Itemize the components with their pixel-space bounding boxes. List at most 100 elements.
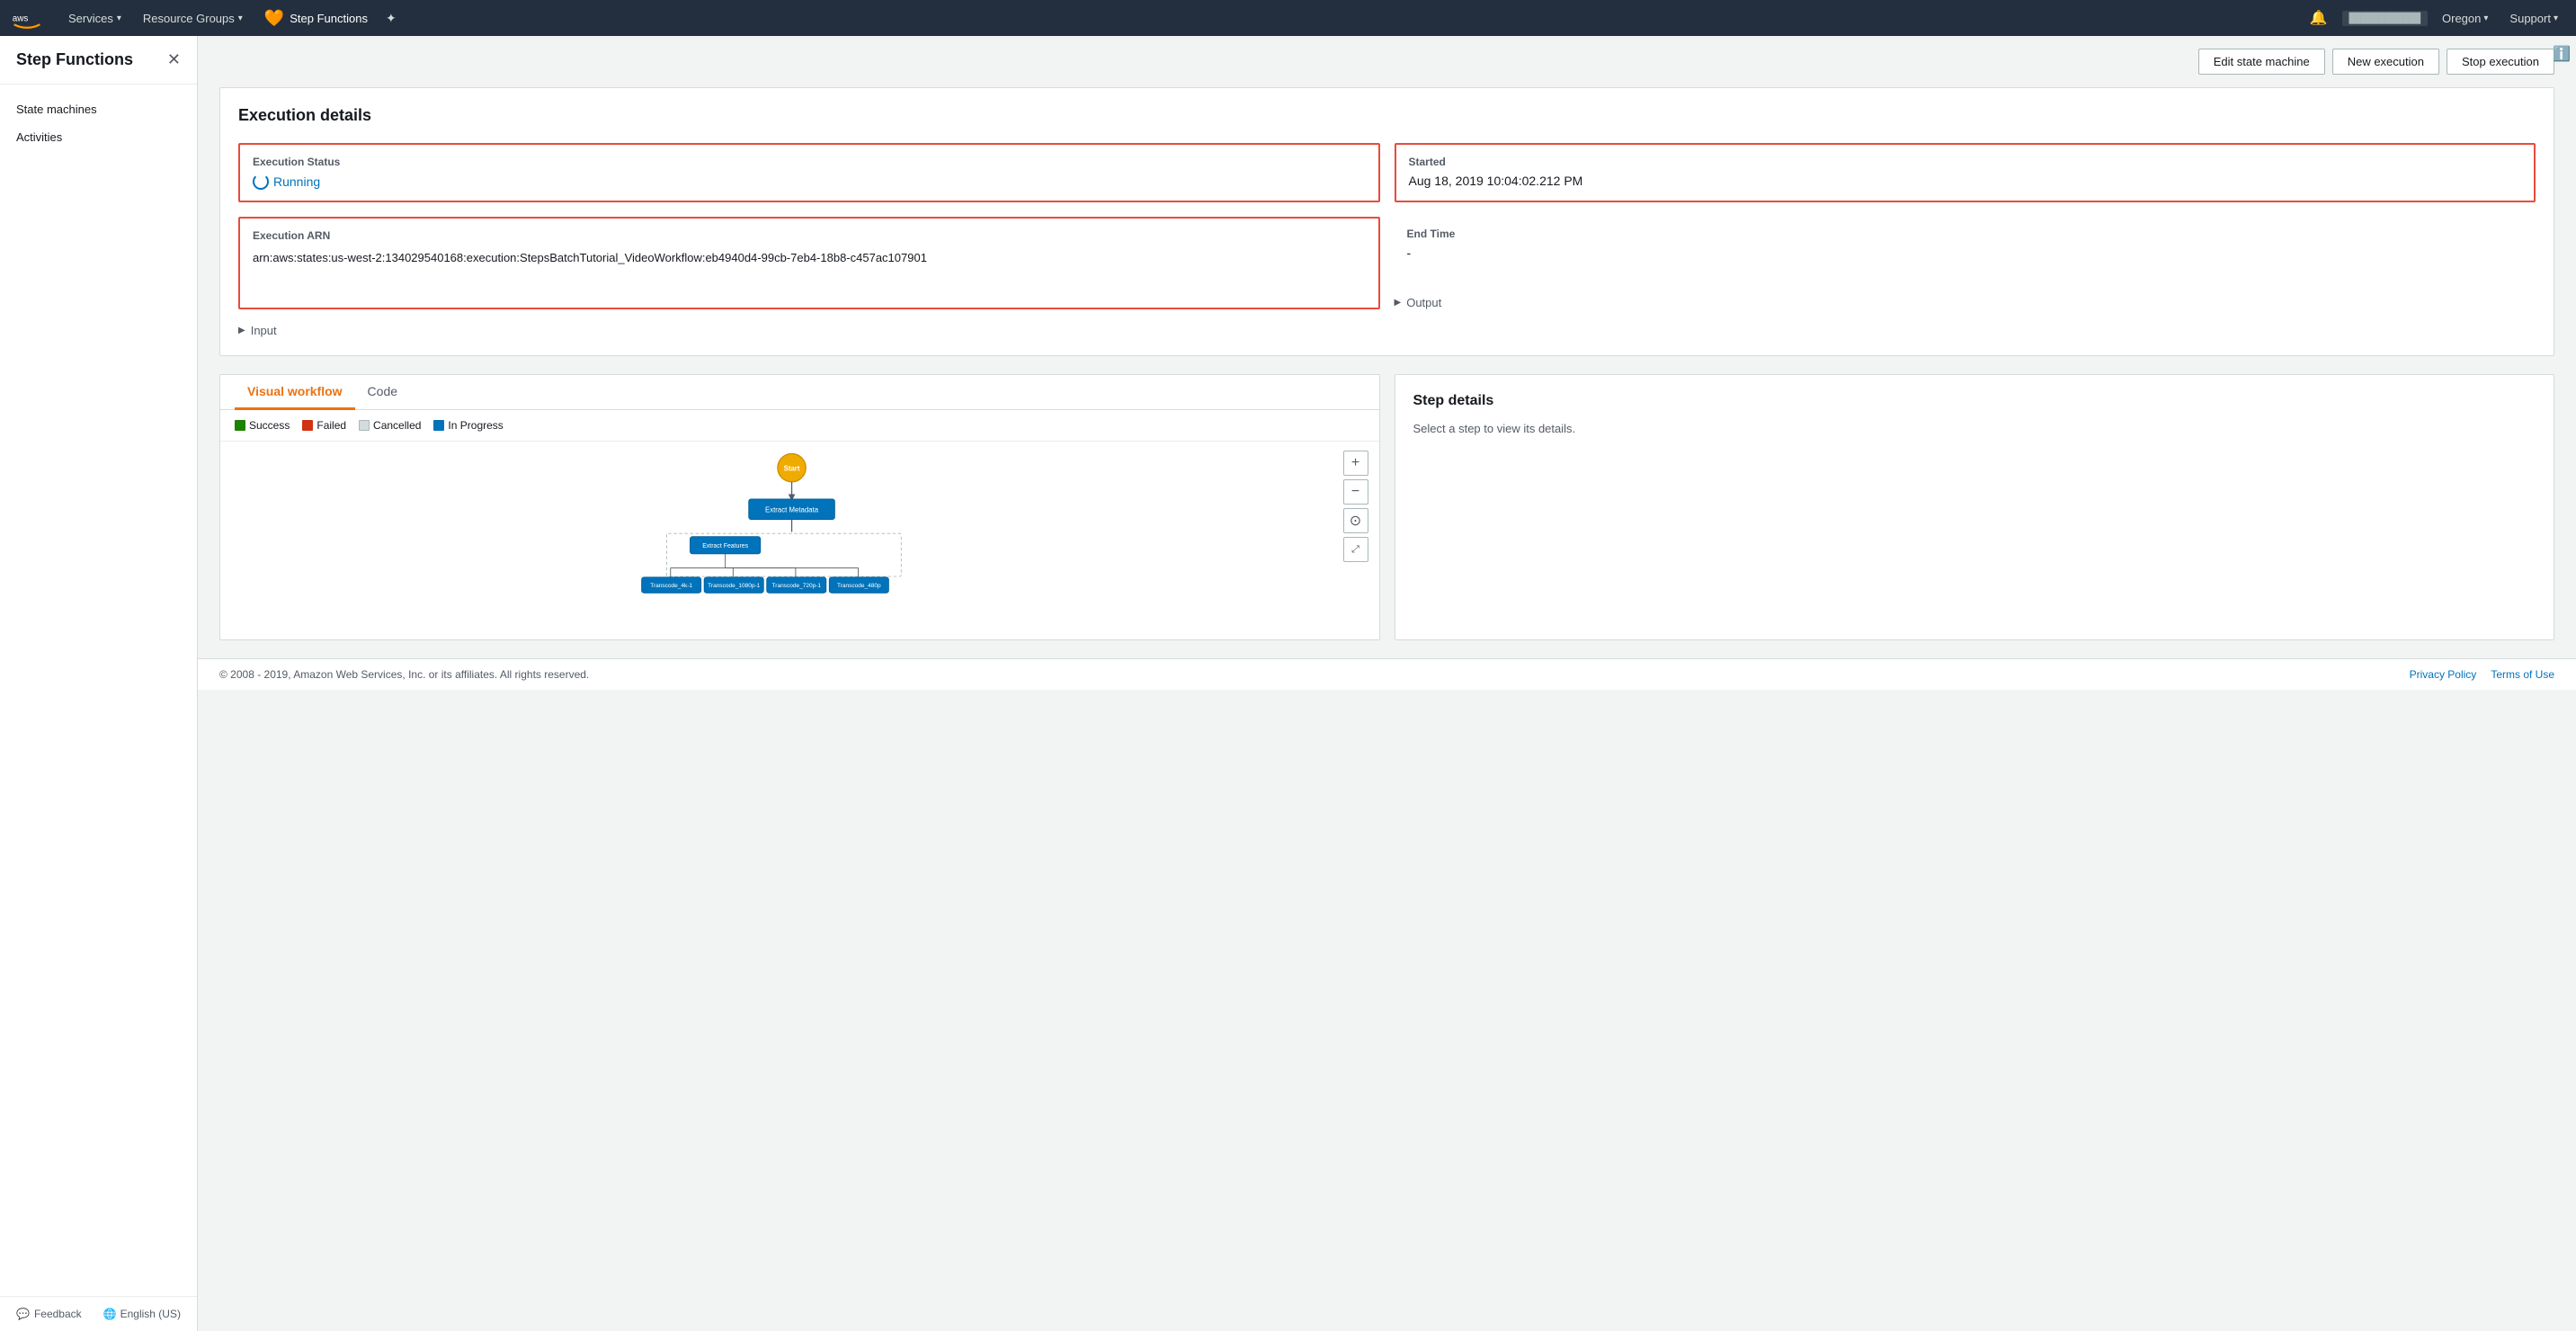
svg-text:Transcode_720p-1: Transcode_720p-1 <box>772 583 822 589</box>
tab-visual-workflow[interactable]: Visual workflow <box>235 375 355 410</box>
globe-icon: 🌐 <box>103 1308 117 1320</box>
privacy-policy-link[interactable]: Privacy Policy <box>2410 668 2477 681</box>
new-execution-button[interactable]: New execution <box>2332 49 2439 75</box>
tab-code[interactable]: Code <box>355 375 410 410</box>
footer: © 2008 - 2019, Amazon Web Services, Inc.… <box>198 658 2576 690</box>
cancelled-label: Cancelled <box>373 419 421 432</box>
svg-text:Extract Metadata: Extract Metadata <box>765 506 819 514</box>
legend-cancelled: Cancelled <box>359 419 421 432</box>
feedback-icon: 💬 <box>16 1308 30 1320</box>
started-value: Aug 18, 2019 10:04:02.212 PM <box>1409 174 2522 188</box>
stop-execution-button[interactable]: Stop execution <box>2447 49 2554 75</box>
step-functions-icon: 🧡 <box>264 9 284 28</box>
step-details-card: Step details Select a step to view its d… <box>1395 374 2555 640</box>
execution-right-details: End Time - ▶ Output <box>1395 217 2536 309</box>
top-nav: aws Services ▾ Resource Groups ▾ 🧡 Step … <box>0 0 2576 36</box>
region-label: Oregon <box>2442 12 2481 25</box>
support-chevron: ▾ <box>2554 13 2558 23</box>
sidebar-item-activities[interactable]: Activities <box>0 123 197 151</box>
sidebar: Step Functions ✕ State machines Activiti… <box>0 36 198 1331</box>
info-icon[interactable]: ℹ️ <box>2553 45 2571 63</box>
app-layout: Step Functions ✕ State machines Activiti… <box>0 36 2576 1331</box>
started-label: Started <box>1409 156 2522 168</box>
success-dot <box>235 420 245 431</box>
feedback-button[interactable]: 💬 Feedback <box>16 1308 82 1320</box>
input-expand[interactable]: ▶ Input <box>238 324 2536 337</box>
cancelled-dot <box>359 420 370 431</box>
aws-logo: aws <box>11 2 43 34</box>
feedback-label: Feedback <box>34 1308 82 1320</box>
arn-value: arn:aws:states:us-west-2:134029540168:ex… <box>253 249 1366 268</box>
workflow-canvas: Start Extract Metadata Extract Features <box>220 442 1379 639</box>
bottom-row: Visual workflow Code Success Failed Canc… <box>219 374 2554 640</box>
footer-right: Privacy Policy Terms of Use <box>2410 668 2554 681</box>
support-label: Support <box>2509 12 2551 25</box>
svg-text:aws: aws <box>13 14 29 24</box>
nav-right: 🔔 ████████████ Oregon ▾ Support ▾ <box>2303 9 2565 27</box>
svg-text:Transcode_1080p-1: Transcode_1080p-1 <box>708 583 760 589</box>
resource-groups-nav[interactable]: Resource Groups ▾ <box>132 0 254 36</box>
output-expand-arrow: ▶ <box>1395 298 1402 308</box>
sidebar-title: Step Functions <box>16 50 133 69</box>
support-menu[interactable]: Support ▾ <box>2502 12 2565 25</box>
region-chevron: ▾ <box>2483 13 2488 23</box>
execution-started-box: Started Aug 18, 2019 10:04:02.212 PM <box>1395 143 2536 202</box>
services-chevron: ▾ <box>117 13 121 23</box>
terms-of-use-link[interactable]: Terms of Use <box>2491 668 2554 681</box>
end-time-box: End Time - <box>1395 217 2536 271</box>
in-progress-dot <box>433 420 444 431</box>
resource-groups-chevron: ▾ <box>238 13 243 23</box>
zoom-out-button[interactable]: − <box>1343 479 1368 505</box>
execution-status-label: Execution Status <box>253 156 1366 168</box>
execution-details-title: Execution details <box>238 106 2536 125</box>
main-toolbar: Edit state machine New execution Stop ex… <box>198 36 2576 87</box>
running-text: Running <box>273 174 320 189</box>
execution-status-box: Execution Status Running <box>238 143 1380 202</box>
edit-state-machine-button[interactable]: Edit state machine <box>2198 49 2325 75</box>
pin-icon[interactable]: ✦ <box>379 11 404 26</box>
step-functions-nav: 🧡 Step Functions <box>254 9 379 28</box>
step-functions-nav-label: Step Functions <box>290 12 368 25</box>
input-label: Input <box>251 324 277 337</box>
services-label: Services <box>68 12 113 25</box>
zoom-fit-button[interactable]: ⤢ <box>1343 537 1368 562</box>
services-nav[interactable]: Services ▾ <box>58 0 132 36</box>
output-label: Output <box>1406 296 1441 309</box>
notification-bell[interactable]: 🔔 <box>2303 9 2335 27</box>
sidebar-header: Step Functions ✕ <box>0 36 197 85</box>
output-expand[interactable]: ▶ Output <box>1395 296 2536 309</box>
end-time-value: - <box>1407 246 2524 260</box>
legend-failed: Failed <box>302 419 346 432</box>
workflow-svg: Start Extract Metadata Extract Features <box>235 451 1365 630</box>
footer-copyright: © 2008 - 2019, Amazon Web Services, Inc.… <box>219 668 589 681</box>
sidebar-item-state-machines[interactable]: State machines <box>0 95 197 123</box>
language-selector[interactable]: 🌐 English (US) <box>103 1308 181 1320</box>
language-label: English (US) <box>120 1308 181 1320</box>
execution-details-card: Execution details Execution Status Runni… <box>219 87 2554 356</box>
zoom-in-button[interactable]: + <box>1343 451 1368 476</box>
legend-in-progress: In Progress <box>433 419 503 432</box>
input-expand-arrow: ▶ <box>238 326 245 335</box>
main-content: Edit state machine New execution Stop ex… <box>198 36 2576 1331</box>
svg-text:Transcode_4k-1: Transcode_4k-1 <box>650 583 692 589</box>
end-time-label: End Time <box>1407 228 2524 240</box>
account-display: ████████████ <box>2342 11 2428 26</box>
workflow-tabs: Visual workflow Code <box>220 375 1379 410</box>
zoom-reset-button[interactable]: ⊙ <box>1343 508 1368 533</box>
execution-status-value: Running <box>253 174 1366 190</box>
region-selector[interactable]: Oregon ▾ <box>2435 12 2495 25</box>
footer-left: © 2008 - 2019, Amazon Web Services, Inc.… <box>219 668 589 681</box>
svg-text:Transcode_480p: Transcode_480p <box>837 583 881 589</box>
failed-label: Failed <box>316 419 346 432</box>
resource-groups-label: Resource Groups <box>143 12 235 25</box>
step-details-title: Step details <box>1413 393 2536 409</box>
execution-arn-box: Execution ARN arn:aws:states:us-west-2:1… <box>238 217 1380 309</box>
arn-label: Execution ARN <box>253 229 1366 242</box>
workflow-legend: Success Failed Cancelled In Progress <box>220 410 1379 442</box>
step-details-hint: Select a step to view its details. <box>1413 422 2536 435</box>
visual-workflow-card: Visual workflow Code Success Failed Canc… <box>219 374 1380 640</box>
sidebar-close-button[interactable]: ✕ <box>167 50 181 69</box>
failed-dot <box>302 420 313 431</box>
workflow-controls: + − ⊙ ⤢ <box>1343 451 1368 562</box>
success-label: Success <box>249 419 290 432</box>
